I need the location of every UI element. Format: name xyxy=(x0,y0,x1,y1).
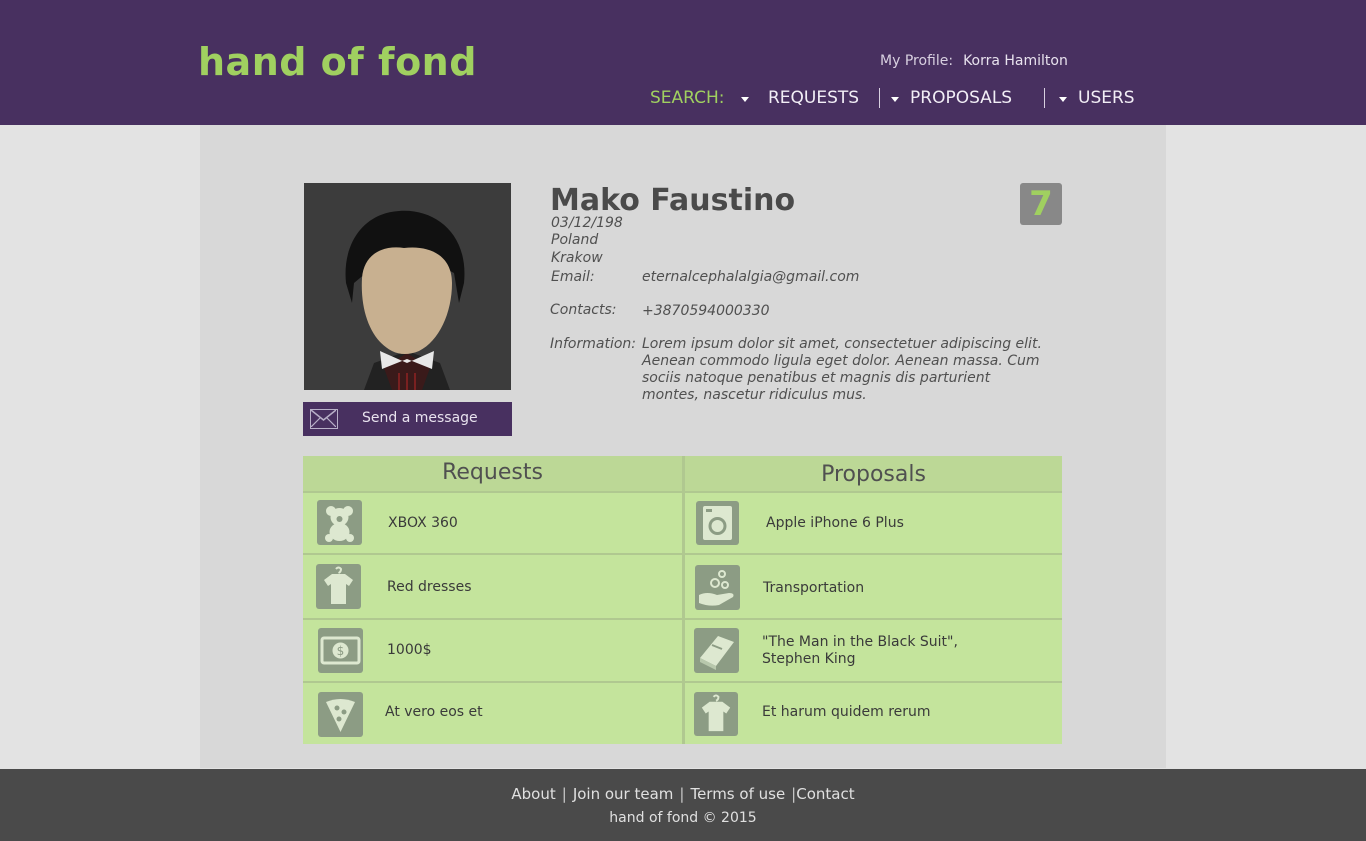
header: hand of fond My Profile: Korra Hamilton S… xyxy=(0,0,1366,125)
rating-badge: 7 xyxy=(1020,183,1062,225)
birth-date: 03/12/198 xyxy=(551,215,623,231)
request-item-label[interactable]: Red dresses xyxy=(387,579,472,596)
proposal-item-label[interactable]: Transportation xyxy=(763,580,864,597)
footer-link-terms[interactable]: Terms of use xyxy=(690,785,785,803)
row-divider xyxy=(303,681,1062,683)
email-value: eternalcephalalgia@gmail.com xyxy=(642,269,860,285)
pizza-icon xyxy=(318,692,363,737)
request-item-label[interactable]: XBOX 360 xyxy=(388,515,458,532)
information-label: Information: xyxy=(550,336,637,352)
contacts-label: Contacts: xyxy=(550,302,617,318)
site-logo[interactable]: hand of fond xyxy=(198,40,477,84)
profile-name: Mako Faustino xyxy=(550,183,796,218)
my-profile: My Profile: Korra Hamilton xyxy=(880,53,1068,69)
copyright: hand of fond © 2015 xyxy=(609,810,757,826)
footer-separator: | xyxy=(679,785,685,803)
profile-name-link[interactable]: Korra Hamilton xyxy=(963,53,1068,69)
proposal-item-label[interactable]: "The Man in the Black Suit", Stephen Kin… xyxy=(762,634,958,668)
proposal-book-title: "The Man in the Black Suit", xyxy=(762,634,958,650)
nav-requests[interactable]: REQUESTS xyxy=(768,88,859,108)
send-message-button[interactable]: Send a message xyxy=(303,402,512,436)
row-divider xyxy=(303,491,1062,493)
nav-proposals[interactable]: PROPOSALS xyxy=(910,88,1012,108)
nav-divider xyxy=(879,88,880,108)
information-text: Lorem ipsum dolor sit amet, consectetuer… xyxy=(642,336,1042,403)
requests-header: Requests xyxy=(303,456,682,492)
nav-divider xyxy=(1044,88,1045,108)
proposal-book-author: Stephen King xyxy=(762,651,856,667)
proposal-item-label[interactable]: Et harum quidem rerum xyxy=(762,704,931,721)
requests-proposals-table: Requests Proposals XBOX 360 Red dresses xyxy=(303,456,1062,744)
chevron-down-icon[interactable] xyxy=(741,97,749,102)
teddy-bear-icon xyxy=(317,500,362,545)
column-divider xyxy=(682,456,685,744)
chevron-down-icon[interactable] xyxy=(891,97,899,102)
row-divider xyxy=(303,553,1062,555)
request-item-label[interactable]: 1000$ xyxy=(387,642,432,659)
tshirt-icon xyxy=(694,692,738,736)
contacts-value: +3870594000330 xyxy=(642,303,770,319)
profile-label: My Profile: xyxy=(880,53,954,69)
profile-panel: Send a message Mako Faustino 03/12/198 P… xyxy=(200,125,1166,768)
city: Krakow xyxy=(551,250,603,266)
request-item-label[interactable]: At vero eos et xyxy=(385,704,483,721)
book-icon xyxy=(694,628,739,673)
chevron-down-icon[interactable] xyxy=(1059,97,1067,102)
avatar xyxy=(304,183,511,390)
svg-text:$: $ xyxy=(337,644,345,658)
footer: About | Join our team | Terms of use |Contact… xyxy=(0,769,1366,841)
footer-link-contact[interactable]: Contact xyxy=(796,785,854,803)
nav-users[interactable]: USERS xyxy=(1078,88,1135,108)
envelope-icon xyxy=(310,409,338,429)
footer-links: About | Join our team | Terms of use |Contact xyxy=(0,785,1366,803)
hand-coins-icon xyxy=(695,565,740,610)
search-label: SEARCH: xyxy=(650,88,725,108)
tshirt-icon xyxy=(316,564,361,609)
send-message-label: Send a message xyxy=(362,410,478,426)
country: Poland xyxy=(551,232,599,248)
washing-machine-icon xyxy=(696,501,739,545)
proposals-header: Proposals xyxy=(685,456,1062,492)
email-label: Email: xyxy=(551,269,595,285)
money-icon: $ xyxy=(318,628,363,673)
row-divider xyxy=(303,618,1062,620)
proposal-item-label[interactable]: Apple iPhone 6 Plus xyxy=(766,515,904,532)
footer-separator: | xyxy=(561,785,567,803)
footer-link-join[interactable]: Join our team xyxy=(573,785,674,803)
footer-link-about[interactable]: About xyxy=(511,785,555,803)
